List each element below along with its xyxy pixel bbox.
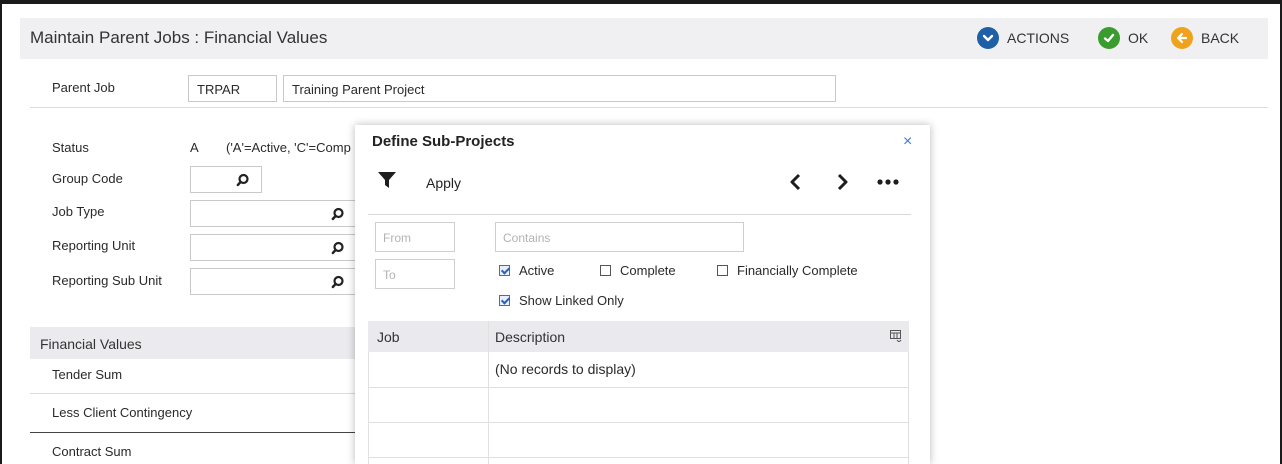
chevron-left-icon[interactable] xyxy=(789,173,803,191)
back-button[interactable]: BACK xyxy=(1171,27,1239,49)
status-hint: ('A'=Active, 'C'=Comp xyxy=(226,140,351,155)
actions-button[interactable]: ACTIONS xyxy=(977,27,1069,49)
job-type-label: Job Type xyxy=(52,204,105,219)
apply-button[interactable]: Apply xyxy=(426,175,461,191)
grid-column-divider xyxy=(488,321,489,464)
divider xyxy=(30,107,1268,108)
toolbar-divider xyxy=(368,214,911,215)
grid-row-line xyxy=(368,422,909,423)
financially-complete-checkbox[interactable]: Financially Complete xyxy=(717,263,858,278)
dialog-title: Define Sub-Projects xyxy=(372,133,515,150)
contains-field[interactable]: Contains xyxy=(495,222,744,252)
search-icon[interactable] xyxy=(331,275,345,289)
reporting-unit-label: Reporting Unit xyxy=(52,238,136,253)
title-bar: Maintain Parent Jobs : Financial Values … xyxy=(20,18,1268,59)
contract-sum-label: Contract Sum xyxy=(52,444,132,459)
grid-row-line xyxy=(368,457,909,458)
search-icon[interactable] xyxy=(236,173,250,187)
checkbox-unchecked xyxy=(600,265,611,276)
close-icon[interactable]: × xyxy=(903,133,912,151)
checkbox-unchecked xyxy=(717,265,728,276)
total-divider xyxy=(30,432,356,433)
parent-job-label: Parent Job xyxy=(52,80,115,95)
show-linked-only-label: Show Linked Only xyxy=(519,293,624,308)
checkbox-checked xyxy=(499,295,510,306)
grid-row-line xyxy=(368,387,909,388)
active-label: Active xyxy=(519,263,555,278)
parent-job-code-field[interactable]: TRPAR xyxy=(188,75,277,102)
financial-values-section-header: Financial Values xyxy=(30,327,356,359)
search-icon[interactable] xyxy=(331,207,345,221)
reporting-sub-unit-label: Reporting Sub Unit xyxy=(52,273,162,288)
grid-right-border xyxy=(908,352,909,464)
actions-label: ACTIONS xyxy=(1007,30,1070,46)
actions-chevron-icon xyxy=(977,27,999,49)
checkbox-checked xyxy=(499,265,510,276)
ok-check-icon xyxy=(1098,27,1120,49)
financially-complete-label: Financially Complete xyxy=(737,263,858,278)
back-label: BACK xyxy=(1201,30,1240,46)
page-title: Maintain Parent Jobs : Financial Values xyxy=(30,28,328,47)
window-frame-top xyxy=(0,0,1282,4)
search-icon[interactable] xyxy=(331,241,345,255)
from-field[interactable]: From xyxy=(375,222,455,252)
less-client-contingency-label: Less Client Contingency xyxy=(52,405,193,420)
show-linked-only-checkbox[interactable]: Show Linked Only xyxy=(499,293,624,308)
column-header-description[interactable]: Description xyxy=(495,329,565,345)
active-checkbox[interactable]: Active xyxy=(499,263,554,278)
to-field[interactable]: To xyxy=(375,259,455,289)
define-sub-projects-dialog: Define Sub-Projects × Apply From To Cont… xyxy=(355,125,930,464)
grid-left-border xyxy=(368,352,369,464)
chevron-right-icon[interactable] xyxy=(835,173,849,191)
more-icon[interactable] xyxy=(877,179,899,185)
group-code-label: Group Code xyxy=(52,171,123,186)
tender-sum-label: Tender Sum xyxy=(52,367,123,382)
empty-grid-message: (No records to display) xyxy=(495,361,636,377)
back-arrow-icon xyxy=(1171,27,1193,49)
status-label: Status xyxy=(52,140,89,155)
column-chooser-icon[interactable] xyxy=(890,330,902,342)
group-code-field[interactable] xyxy=(190,166,262,193)
filter-icon[interactable] xyxy=(377,171,397,189)
ok-label: OK xyxy=(1128,30,1149,46)
ok-button[interactable]: OK xyxy=(1098,27,1148,49)
grid-header: Job Description xyxy=(368,321,909,352)
divider xyxy=(30,393,356,394)
complete-label: Complete xyxy=(620,263,676,278)
status-value: A xyxy=(190,140,199,155)
window-frame-left xyxy=(0,0,2,464)
parent-job-name-field[interactable]: Training Parent Project xyxy=(283,75,836,102)
column-header-job[interactable]: Job xyxy=(377,329,400,345)
financial-values-title: Financial Values xyxy=(40,336,142,352)
complete-checkbox[interactable]: Complete xyxy=(600,263,676,278)
